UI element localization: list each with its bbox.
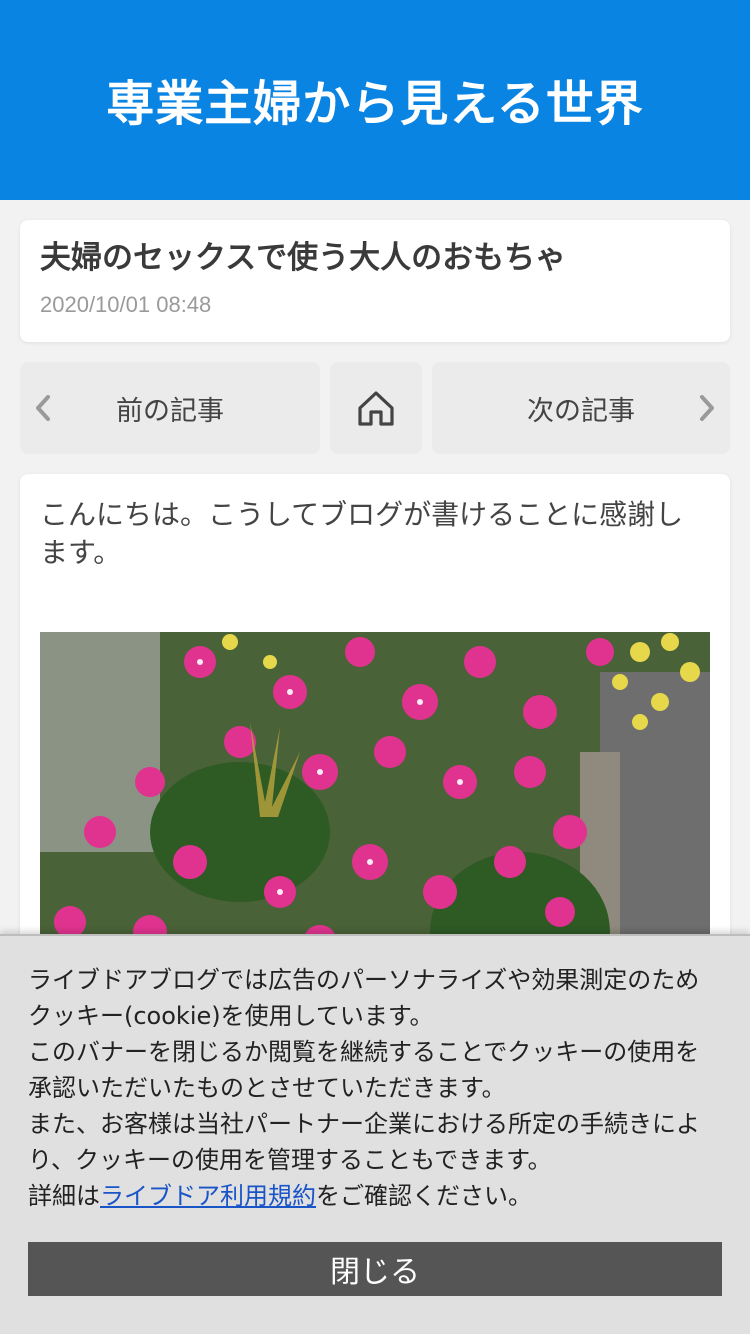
cookie-line-2: このバナーを閉じるか閲覧を継続することでクッキーの使用を承認いただいたものとさせ… bbox=[28, 1038, 700, 1102]
article-body-text: こんにちは。こうしてブログが書けることに感謝します。 bbox=[40, 498, 684, 569]
article-date: 2020/10/01 08:48 bbox=[40, 292, 212, 317]
next-article-label: 次の記事 bbox=[527, 395, 635, 427]
cookie-detail-suffix: をご確認ください。 bbox=[316, 1182, 532, 1210]
site-header: 専業主婦から見える世界 bbox=[0, 0, 750, 200]
home-icon bbox=[358, 391, 394, 426]
site-title-link[interactable]: 専業主婦から見える世界 bbox=[106, 64, 644, 136]
chevron-right-icon bbox=[700, 395, 714, 421]
chevron-left-icon bbox=[36, 395, 50, 421]
cookie-line-3: また、お客様は当社パートナー企業における所定の手続きにより、クッキーの使用を管理… bbox=[28, 1110, 700, 1174]
article-header-card: 夫婦のセックスで使う大人のおもちゃ 2020/10/01 08:48 bbox=[20, 220, 730, 342]
cookie-consent-banner: ライブドアブログでは広告のパーソナライズや効果測定のためクッキー(cookie)… bbox=[0, 934, 750, 1334]
prev-article-button[interactable]: 前の記事 bbox=[20, 362, 320, 454]
next-article-button[interactable]: 次の記事 bbox=[432, 362, 730, 454]
terms-link[interactable]: ライブドア利用規約 bbox=[100, 1182, 316, 1210]
close-banner-button[interactable]: 閉じる bbox=[28, 1242, 722, 1296]
cookie-line-1: ライブドアブログでは広告のパーソナライズや効果測定のためクッキー(cookie)… bbox=[28, 966, 700, 1030]
home-button[interactable] bbox=[330, 362, 422, 454]
prev-article-label: 前の記事 bbox=[116, 395, 224, 427]
page: 専業主婦から見える世界 夫婦のセックスで使う大人のおもちゃ 2020/10/01… bbox=[0, 0, 750, 1334]
cookie-detail-prefix: 詳細は bbox=[28, 1182, 100, 1210]
article-title: 夫婦のセックスで使う大人のおもちゃ bbox=[40, 240, 567, 276]
cookie-notice-text: ライブドアブログでは広告のパーソナライズや効果測定のためクッキー(cookie)… bbox=[28, 962, 722, 1214]
